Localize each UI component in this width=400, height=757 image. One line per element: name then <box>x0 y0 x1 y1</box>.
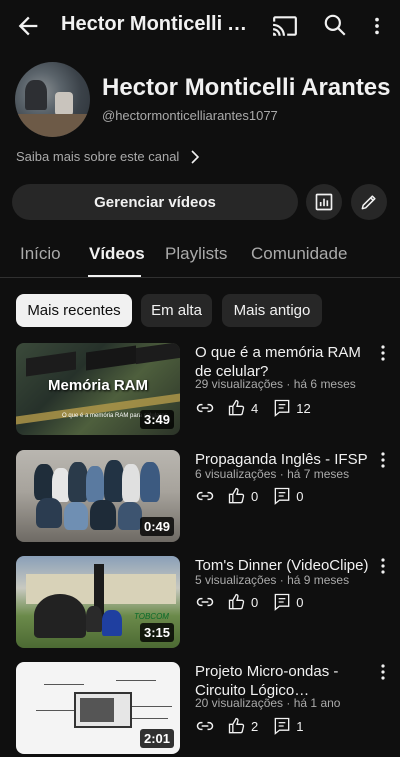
comment-icon[interactable] <box>272 716 292 736</box>
search-icon[interactable] <box>322 12 348 38</box>
comment-icon[interactable] <box>272 592 292 612</box>
video-actions: 0 0 <box>195 486 317 506</box>
video-actions: 0 0 <box>195 592 317 612</box>
video-views: 5 visualizações <box>195 573 277 587</box>
channel-tabs: Início Vídeos Playlists Comunidade <box>0 230 400 278</box>
cast-icon[interactable] <box>272 13 298 39</box>
manage-videos-button[interactable]: Gerenciar vídeos <box>12 184 298 220</box>
video-age: há 1 ano <box>293 696 341 710</box>
video-meta: 5 visualizações · há 9 meses <box>195 573 349 587</box>
video-actions: 4 12 <box>195 398 325 418</box>
video-more-icon[interactable] <box>376 662 390 682</box>
meta-separator: · <box>279 467 284 481</box>
comment-count: 1 <box>296 718 304 734</box>
comment-count: 12 <box>296 400 311 416</box>
tab-comunidade[interactable]: Comunidade <box>251 244 347 264</box>
channel-name: Hector Monticelli Arantes <box>102 74 391 101</box>
filter-chip-oldest[interactable]: Mais antigo <box>222 294 322 327</box>
video-meta: 29 visualizações · há 6 meses <box>195 377 356 391</box>
video-item[interactable]: 2:01 Projeto Micro-ondas - Circuito Lógi… <box>0 662 400 754</box>
link-icon[interactable] <box>195 486 215 506</box>
video-duration: 2:01 <box>139 729 174 748</box>
video-item[interactable]: Memória RAM O que é a memória RAM para c… <box>0 343 400 435</box>
video-item[interactable]: TOBCOM 3:15 Tom's Dinner (VideoClipe) 5 … <box>0 556 400 648</box>
video-title[interactable]: O que é a memória RAM de celular? <box>195 343 370 381</box>
video-duration: 3:49 <box>139 410 174 429</box>
pencil-icon <box>361 195 376 210</box>
more-about-channel-link[interactable]: Saiba mais sobre este canal <box>16 149 201 164</box>
like-count: 2 <box>251 718 259 734</box>
edit-channel-button[interactable] <box>351 184 387 220</box>
comment-count: 0 <box>296 594 304 610</box>
video-actions: 2 1 <box>195 716 317 736</box>
video-views: 6 visualizações <box>195 467 277 481</box>
video-views: 29 visualizações <box>195 377 284 391</box>
meta-separator: · <box>286 696 291 710</box>
video-duration: 0:49 <box>139 517 174 536</box>
video-thumbnail[interactable]: 0:49 <box>16 450 180 542</box>
video-age: há 7 meses <box>287 467 350 481</box>
tab-playlists[interactable]: Playlists <box>165 244 227 264</box>
video-more-icon[interactable] <box>376 343 390 363</box>
video-age: há 9 meses <box>287 573 350 587</box>
more-vert-icon[interactable] <box>366 12 388 40</box>
thumbnail-text: Memória RAM <box>48 377 149 394</box>
like-count: 0 <box>251 488 259 504</box>
thumbnail-text: TOBCOM <box>134 612 169 621</box>
video-meta: 20 visualizações · há 1 ano <box>195 696 340 710</box>
active-tab-indicator <box>88 275 141 277</box>
like-icon[interactable] <box>227 486 247 506</box>
analytics-button[interactable] <box>306 184 342 220</box>
video-more-icon[interactable] <box>376 556 390 576</box>
more-about-label: Saiba mais sobre este canal <box>16 149 180 164</box>
filter-chip-recent[interactable]: Mais recentes <box>16 294 132 327</box>
like-count: 4 <box>251 400 259 416</box>
like-icon[interactable] <box>227 716 247 736</box>
comment-icon[interactable] <box>272 398 292 418</box>
analytics-icon <box>315 193 333 211</box>
video-thumbnail[interactable]: 2:01 <box>16 662 180 754</box>
like-count: 0 <box>251 594 259 610</box>
filter-chip-popular[interactable]: Em alta <box>141 294 212 327</box>
video-age: há 6 meses <box>293 377 356 391</box>
meta-separator: · <box>286 377 291 391</box>
video-item[interactable]: 0:49 Propaganda Inglês - IFSP 6 visualiz… <box>0 450 400 542</box>
link-icon[interactable] <box>195 716 215 736</box>
tab-inicio[interactable]: Início <box>20 244 61 264</box>
top-app-bar: Hector Monticelli Arantes <box>0 0 400 52</box>
like-icon[interactable] <box>227 592 247 612</box>
link-icon[interactable] <box>195 592 215 612</box>
channel-avatar[interactable] <box>15 62 90 137</box>
tab-videos[interactable]: Vídeos <box>89 244 145 264</box>
video-thumbnail[interactable]: TOBCOM 3:15 <box>16 556 180 648</box>
comment-count: 0 <box>296 488 304 504</box>
page-title: Hector Monticelli Arantes <box>61 13 261 35</box>
video-views: 20 visualizações <box>195 696 284 710</box>
back-arrow-icon[interactable] <box>14 12 42 40</box>
link-icon[interactable] <box>195 398 215 418</box>
chevron-right-icon <box>191 149 200 164</box>
video-duration: 3:15 <box>139 623 174 642</box>
meta-separator: · <box>279 573 284 587</box>
comment-icon[interactable] <box>272 486 292 506</box>
channel-handle: @hectormonticelliarantes1077 <box>102 108 278 123</box>
like-icon[interactable] <box>227 398 247 418</box>
video-title[interactable]: Projeto Micro-ondas - Circuito Lógico (E… <box>195 662 370 700</box>
video-more-icon[interactable] <box>376 450 390 470</box>
video-meta: 6 visualizações · há 7 meses <box>195 467 349 481</box>
video-thumbnail[interactable]: Memória RAM O que é a memória RAM para c… <box>16 343 180 435</box>
